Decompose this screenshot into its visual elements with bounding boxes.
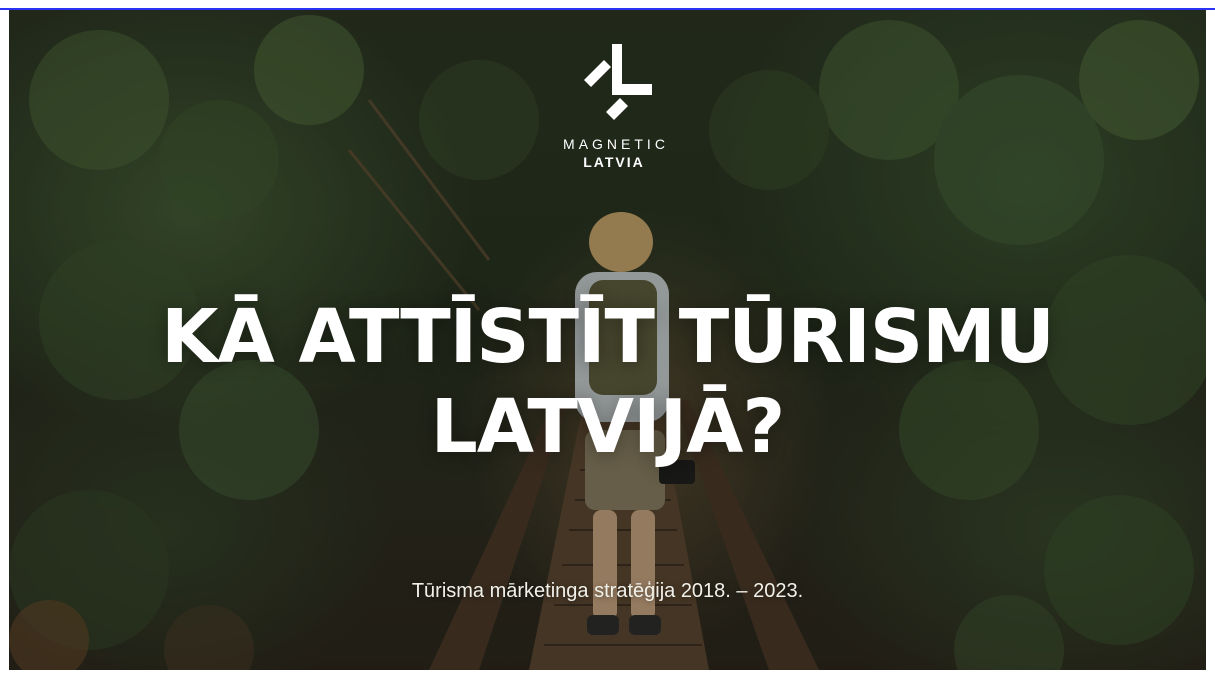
logo-word-latvia: LATVIA (583, 154, 645, 170)
presentation-slide: MAGNETIC LATVIA KĀ ATTĪSTĪT TŪRISMU LATV… (9, 10, 1206, 670)
magnetic-latvia-logo: MAGNETIC LATVIA (549, 40, 679, 170)
slide-title: KĀ ATTĪSTĪT TŪRISMU LATVIJĀ? (9, 292, 1206, 472)
top-cropped-heading (0, 0, 1215, 10)
logo-mark-icon (584, 44, 652, 120)
logo-word-magnetic: MAGNETIC (563, 136, 669, 152)
slide-subtitle: Tūrisma mārketinga stratēģija 2018. – 20… (411, 580, 804, 602)
slide-title-line-2: LATVIJĀ? (430, 384, 786, 470)
slide-title-line-1: KĀ ATTĪSTĪT TŪRISMU (161, 294, 1055, 380)
